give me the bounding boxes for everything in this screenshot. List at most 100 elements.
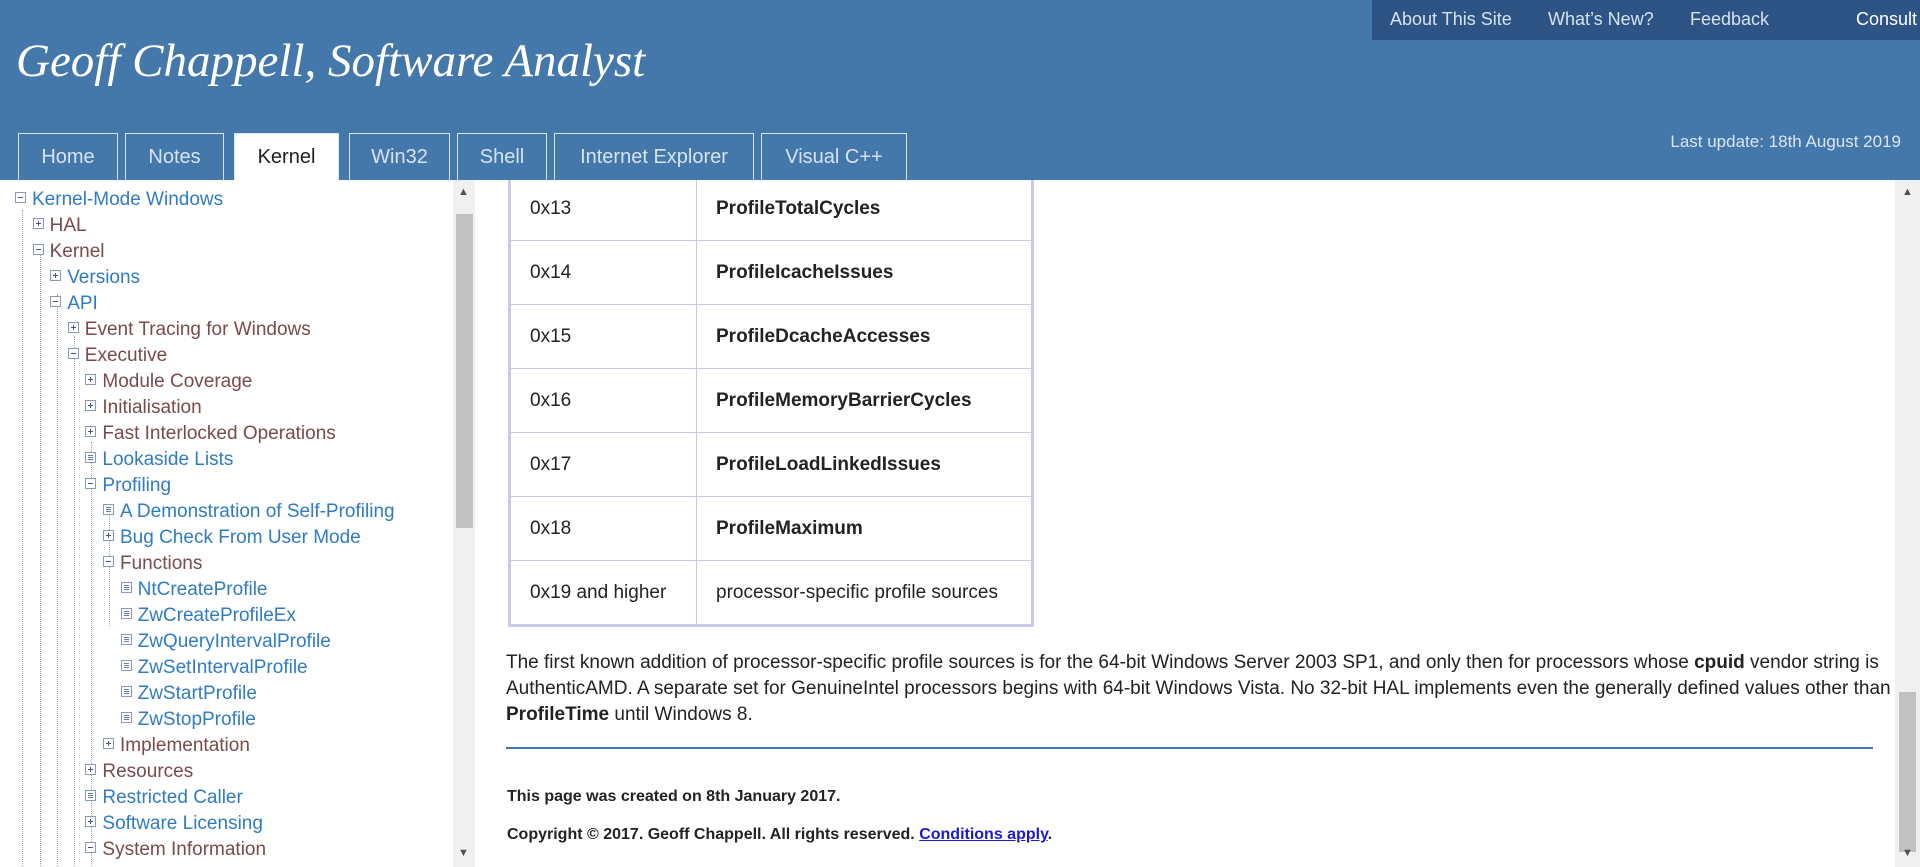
nav-about-link[interactable]: About This Site (1390, 9, 1512, 30)
tab-win32[interactable]: Win32 (349, 133, 450, 180)
tree-scrollbar[interactable]: ▲ ▼ (453, 180, 475, 867)
scroll-up-icon[interactable]: ▲ (458, 186, 469, 198)
tree-item[interactable]: Kernel (32, 240, 105, 264)
scroll-up-icon[interactable]: ▲ (1902, 186, 1913, 198)
creation-date: This page was created on 8th January 201… (507, 788, 841, 805)
table-cell-name: ProfileMaximum (696, 496, 1033, 561)
tree-item[interactable]: Resources (85, 760, 193, 784)
expand-icon[interactable] (85, 764, 97, 776)
expand-icon[interactable] (50, 270, 62, 282)
nav-feedback-link[interactable]: Feedback (1690, 9, 1769, 30)
tree-item[interactable]: Fast Interlocked Operations (85, 422, 336, 446)
tree-item-label[interactable]: Lookaside Lists (102, 449, 233, 470)
tab-internet-explorer[interactable]: Internet Explorer (554, 133, 754, 180)
tree-item[interactable]: Executive (67, 344, 167, 368)
tree-item-label[interactable]: Profiling (102, 475, 171, 496)
expand-icon[interactable] (103, 738, 114, 750)
tree-item[interactable]: ZwQueryIntervalProfile (120, 630, 331, 654)
tree-item[interactable]: Versions (50, 266, 140, 290)
tab-notes[interactable]: Notes (125, 133, 224, 180)
conditions-link[interactable]: Conditions apply (919, 826, 1048, 843)
page-scrollbar-thumb[interactable] (1899, 692, 1916, 852)
tree-item[interactable]: API (50, 292, 98, 316)
tree-item-label[interactable]: ZwStartProfile (138, 683, 257, 704)
table-cell-name: ProfileMemoryBarrierCycles (696, 368, 1033, 433)
tree-item-label[interactable]: Event Tracing for Windows (85, 319, 311, 340)
tree-item-label[interactable]: API (67, 293, 98, 314)
tree-item[interactable]: Lookaside Lists (85, 448, 233, 472)
nav-whats-new-link[interactable]: What’s New? (1548, 9, 1654, 30)
tree-item-label[interactable]: Functions (120, 553, 202, 574)
tab-home[interactable]: Home (18, 133, 118, 180)
collapse-icon[interactable] (85, 842, 97, 854)
expand-icon[interactable] (67, 322, 79, 334)
table-cell-name: processor-specific profile sources (696, 560, 1033, 626)
tree-item[interactable]: ZwCreateProfileEx (120, 604, 296, 628)
tree-scrollbar-thumb[interactable] (456, 214, 473, 528)
tree-item-label[interactable]: ZwSetIntervalProfile (138, 657, 308, 678)
nav-consult-link[interactable]: Consult (1856, 9, 1917, 30)
collapse-icon[interactable] (15, 192, 26, 204)
collapse-icon[interactable] (50, 296, 62, 308)
scroll-down-icon[interactable]: ▼ (458, 847, 469, 859)
tree-item-label[interactable]: Implementation (120, 735, 250, 756)
tree-item[interactable]: ZwStartProfile (120, 682, 257, 706)
tree-item[interactable]: ZwSetIntervalProfile (120, 656, 308, 680)
expand-icon[interactable] (85, 400, 97, 412)
tree-item[interactable]: Profiling (85, 474, 171, 498)
tree-item-label[interactable]: ZwQueryIntervalProfile (138, 631, 331, 652)
tab-visual-cpp[interactable]: Visual C++ (761, 133, 907, 180)
scroll-down-icon[interactable]: ▼ (1902, 847, 1913, 859)
tree-item-label[interactable]: Resources (102, 761, 193, 782)
tree-item[interactable]: Initialisation (85, 396, 202, 420)
collapse-icon[interactable] (103, 556, 114, 568)
paragraph-bold: ProfileTime (506, 704, 610, 725)
tree-guide-line (40, 252, 41, 867)
tree-item[interactable]: ZwStopProfile (120, 708, 256, 732)
expand-icon[interactable] (85, 374, 97, 386)
tree-item-label[interactable]: Bug Check From User Mode (120, 527, 361, 548)
tree-item[interactable]: NtCreateProfile (120, 578, 268, 602)
tab-kernel[interactable]: Kernel (234, 133, 339, 181)
tree-item-label[interactable]: Kernel-Mode Windows (32, 189, 223, 210)
expand-icon[interactable] (32, 218, 44, 230)
table-row: 0x17 ProfileLoadLinkedIssues (509, 432, 1033, 497)
tree-item-label[interactable]: Restricted Caller (102, 787, 242, 808)
tree-item-label[interactable]: Software Licensing (102, 813, 263, 834)
tree-item-label[interactable]: Module Coverage (102, 371, 252, 392)
page-icon (120, 686, 132, 698)
collapse-icon[interactable] (67, 348, 79, 360)
tree-item[interactable]: HAL (32, 214, 87, 238)
tree-item-label[interactable]: A Demonstration of Self-Profiling (120, 501, 395, 522)
tree-item-label[interactable]: Fast Interlocked Operations (102, 423, 335, 444)
tree-item[interactable]: Module Coverage (85, 370, 252, 394)
tree-item[interactable]: Kernel-Mode Windows (15, 188, 223, 212)
expand-icon[interactable] (85, 816, 97, 828)
expand-icon[interactable] (85, 426, 97, 438)
tree-item[interactable]: Restricted Caller (85, 786, 243, 810)
tree-item-label[interactable]: Versions (67, 267, 140, 288)
tree-item[interactable]: Software Licensing (85, 812, 263, 836)
tree-item-label[interactable]: NtCreateProfile (138, 579, 268, 600)
tree-item[interactable]: System Information (85, 838, 266, 862)
tree-item-label[interactable]: HAL (50, 215, 87, 236)
tree-item[interactable]: Functions (103, 552, 202, 576)
collapse-icon[interactable] (32, 244, 44, 256)
table-cell-value: 0x16 (509, 368, 697, 433)
tree-item-label[interactable]: Kernel (50, 241, 105, 262)
body-paragraph: The first known addition of processor-sp… (506, 650, 1895, 728)
tab-shell[interactable]: Shell (457, 133, 547, 180)
tree-item[interactable]: Implementation (103, 734, 250, 758)
tree-item-label[interactable]: System Information (102, 839, 266, 860)
profile-source-name: ProfileDcacheAccesses (716, 325, 931, 347)
tree-item[interactable]: Event Tracing for Windows (67, 318, 311, 342)
collapse-icon[interactable] (85, 478, 97, 490)
tree-item-label[interactable]: Initialisation (102, 397, 201, 418)
page-scrollbar[interactable]: ▲ ▼ (1895, 180, 1920, 867)
tree-item-label[interactable]: Executive (85, 345, 167, 366)
tree-item-label[interactable]: ZwCreateProfileEx (138, 605, 296, 626)
tree-item[interactable]: Bug Check From User Mode (103, 526, 361, 550)
expand-icon[interactable] (103, 530, 114, 542)
tree-item[interactable]: A Demonstration of Self-Profiling (103, 500, 395, 524)
tree-item-label[interactable]: ZwStopProfile (138, 709, 256, 730)
